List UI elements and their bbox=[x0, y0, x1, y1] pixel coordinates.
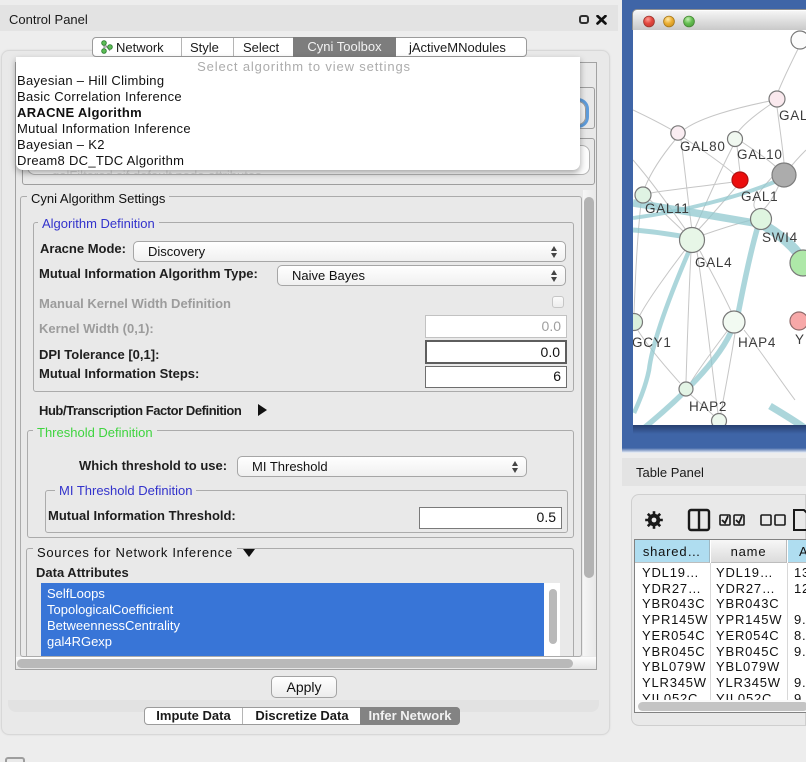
svg-text:HAP2: HAP2 bbox=[689, 399, 727, 414]
svg-text:GAL1: GAL1 bbox=[741, 189, 778, 204]
svg-text:SWI4: SWI4 bbox=[762, 230, 798, 245]
svg-text:GAL11: GAL11 bbox=[645, 201, 690, 216]
svg-text:GCY1: GCY1 bbox=[633, 335, 672, 350]
svg-text:HAP4: HAP4 bbox=[738, 335, 776, 350]
svg-text:GAL10: GAL10 bbox=[737, 147, 783, 162]
svg-text:GAL80: GAL80 bbox=[680, 139, 726, 154]
svg-text:Y: Y bbox=[795, 332, 805, 347]
svg-text:GAL4: GAL4 bbox=[695, 255, 732, 270]
svg-text:GAL: GAL bbox=[779, 108, 806, 123]
